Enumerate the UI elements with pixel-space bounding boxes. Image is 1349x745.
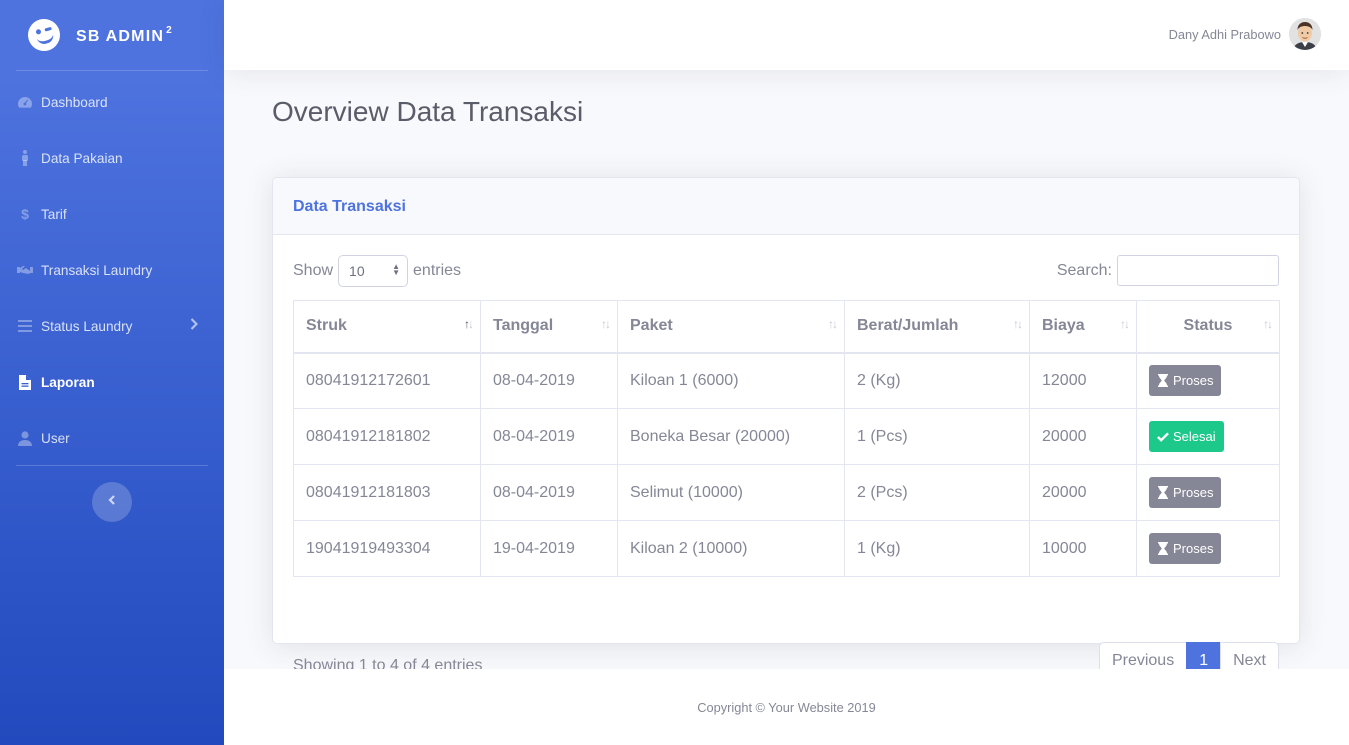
hourglass-icon	[1157, 542, 1169, 556]
cell-struk: 08041912181802	[293, 408, 481, 465]
tachometer-icon	[17, 94, 33, 110]
column-header-biaya[interactable]: Biaya ↑↓	[1029, 300, 1137, 354]
cell-berat: 1 (Pcs)	[844, 408, 1030, 465]
column-header-tanggal[interactable]: Tanggal ↑↓	[480, 300, 618, 354]
table-row: 08041912172601 08-04-2019 Kiloan 1 (6000…	[293, 352, 1280, 409]
user-icon	[17, 430, 33, 446]
sidebar-item-tarif[interactable]: $ Tarif	[0, 186, 224, 242]
sidebar-item-transaksi-laundry[interactable]: Transaksi Laundry	[0, 242, 224, 298]
brand-name: SB ADMIN 2	[76, 24, 173, 45]
sidebar-item-label: User	[41, 430, 70, 446]
cell-tanggal: 08-04-2019	[480, 464, 618, 521]
topbar: Dany Adhi Prabowo	[224, 0, 1349, 70]
entries-label: entries	[413, 262, 462, 279]
sidebar-item-status-laundry[interactable]: Status Laundry	[0, 298, 224, 354]
laugh-wink-icon	[24, 15, 64, 55]
page-title: Overview Data Transaksi	[272, 96, 584, 127]
check-icon	[1157, 430, 1169, 444]
sidebar-item-label: Tarif	[41, 206, 67, 222]
column-header-paket[interactable]: Paket ↑↓	[617, 300, 845, 354]
status-proses-button[interactable]: Proses	[1149, 477, 1222, 508]
cell-status: Selesai	[1136, 408, 1280, 465]
column-header-status[interactable]: Status ↑↓	[1136, 300, 1280, 354]
hourglass-icon	[1157, 486, 1169, 500]
entries-select[interactable]: 10	[338, 255, 409, 287]
cell-paket: Boneka Besar (20000)	[617, 408, 845, 465]
cell-paket: Selimut (10000)	[617, 464, 845, 521]
sidebar-item-label: Dashboard	[41, 94, 108, 110]
entries-length-control: Show 10 ▲ ▼ entries	[293, 255, 461, 287]
transactions-table: Struk ↑↓ Tanggal ↑↓ Paket ↑↓ Berat/Jumlah ↑↓…	[293, 300, 1280, 577]
column-header-berat[interactable]: Berat/Jumlah ↑↓	[844, 300, 1030, 354]
hourglass-icon	[1157, 374, 1169, 388]
avatar	[1289, 18, 1321, 50]
cell-struk: 19041919493304	[293, 520, 481, 577]
cell-tanggal: 08-04-2019	[480, 408, 618, 465]
show-label: Show	[293, 262, 334, 279]
cell-berat: 2 (Pcs)	[844, 464, 1030, 521]
cell-paket: Kiloan 2 (10000)	[617, 520, 845, 577]
column-header-struk[interactable]: Struk ↑↓	[293, 300, 481, 354]
cell-status: Proses	[1136, 464, 1280, 521]
status-proses-button[interactable]: Proses	[1149, 533, 1222, 564]
sidebar-item-laporan[interactable]: Laporan	[0, 354, 224, 410]
sort-icon: ↑↓	[1013, 317, 1023, 331]
bars-icon	[17, 318, 33, 334]
footer: Copyright © Your Website 2019	[224, 669, 1349, 745]
user-dropdown[interactable]: Dany Adhi Prabowo	[1169, 18, 1321, 50]
handshake-icon	[17, 262, 33, 278]
brand-link[interactable]: SB ADMIN 2	[0, 0, 224, 70]
data-card: Data Transaksi Show 10 ▲ ▼ entries Search…	[272, 177, 1300, 680]
cell-tanggal: 19-04-2019	[480, 520, 618, 577]
sort-icon: ↑↓	[1263, 317, 1273, 331]
table-row: 08041912181802 08-04-2019 Boneka Besar (…	[293, 408, 1280, 465]
card-body: Show 10 ▲ ▼ entries Search: Struk ↑↓ Tangg…	[273, 235, 1299, 680]
sort-icon: ↑↓	[601, 317, 611, 331]
sidebar-item-data-pakaian[interactable]: Data Pakaian	[0, 130, 224, 186]
table-header-row: Struk ↑↓ Tanggal ↑↓ Paket ↑↓ Berat/Jumlah ↑↓…	[293, 300, 1280, 354]
sidebar-item-user[interactable]: User	[0, 410, 224, 466]
dollar-icon: $	[21, 206, 29, 222]
cell-biaya: 12000	[1029, 352, 1137, 409]
cell-berat: 1 (Kg)	[844, 520, 1030, 577]
cell-struk: 08041912172601	[293, 352, 481, 409]
search-label: Search:	[1056, 261, 1112, 279]
person-icon	[17, 150, 33, 166]
cell-status: Proses	[1136, 352, 1280, 409]
sidebar-item-label: Data Pakaian	[41, 150, 123, 166]
sidebar-item-label: Transaksi Laundry	[41, 262, 153, 278]
file-icon	[17, 374, 33, 390]
sidebar-divider	[16, 70, 208, 71]
chevron-left-icon	[108, 493, 116, 511]
cell-biaya: 20000	[1029, 464, 1137, 521]
cell-biaya: 10000	[1029, 520, 1137, 577]
sidebar-toggle-button[interactable]	[92, 482, 132, 522]
cell-status: Proses	[1136, 520, 1280, 577]
sidebar-item-label: Status Laundry	[41, 318, 133, 334]
search-input[interactable]	[1117, 255, 1279, 286]
sidebar: SB ADMIN 2 Dashboard Data Pakaian $ Tarif…	[0, 0, 224, 745]
sidebar-item-dashboard[interactable]: Dashboard	[0, 74, 224, 130]
cell-berat: 2 (Kg)	[844, 352, 1030, 409]
sort-icon: ↑↓	[1120, 317, 1130, 331]
status-proses-button[interactable]: Proses	[1149, 365, 1222, 397]
status-selesai-button[interactable]: Selesai	[1149, 421, 1224, 452]
cell-paket: Kiloan 1 (6000)	[617, 352, 845, 409]
chevron-right-icon	[190, 317, 204, 333]
search-control: Search:	[1057, 255, 1279, 286]
cell-biaya: 20000	[1029, 408, 1137, 465]
card-header: Data Transaksi	[273, 178, 1299, 235]
table-row: 08041912181803 08-04-2019 Selimut (10000…	[293, 464, 1280, 521]
sidebar-item-label: Laporan	[41, 374, 95, 390]
sort-icon: ↑↓	[828, 317, 838, 331]
table-row: 19041919493304 19-04-2019 Kiloan 2 (1000…	[293, 520, 1280, 577]
cell-struk: 08041912181803	[293, 464, 481, 521]
user-name: Dany Adhi Prabowo	[1168, 26, 1281, 42]
card-title: Data Transaksi	[293, 198, 406, 215]
copyright-text: Copyright © Your Website 2019	[697, 699, 876, 715]
cell-tanggal: 08-04-2019	[480, 352, 618, 409]
sort-asc-icon: ↑↓	[464, 317, 474, 331]
